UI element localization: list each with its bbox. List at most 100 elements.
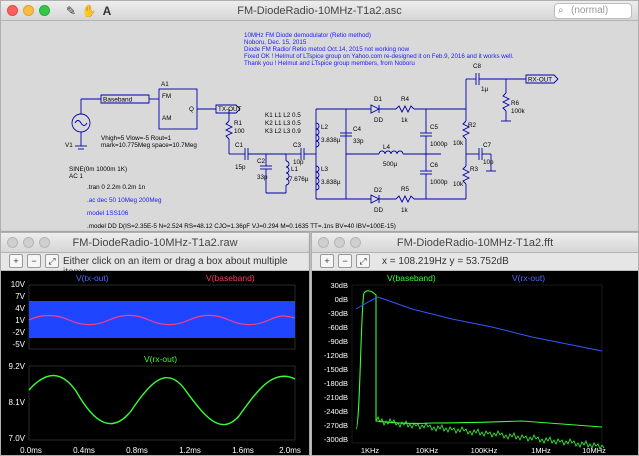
r3-value: 10k (453, 181, 464, 188)
waveform-svg: V(tx-out) V(baseband) V(rx-out) 10V 7V 4… (9, 273, 301, 455)
header-line-2: Noboru, Dec. 15, 2015 (244, 39, 307, 46)
y-tick-m240db: -240dB (324, 407, 348, 416)
y-tick-m30db: -30dB (328, 309, 348, 318)
r4-resistor (395, 104, 415, 114)
y-tick-9.2v: 9.2V (9, 362, 26, 371)
x-tick-4: 1.6ms (232, 446, 254, 455)
c8-value: 1µ (481, 86, 489, 93)
schematic-canvas[interactable]: 10MHz FM Diode demodulator (Retio method… (1, 21, 638, 231)
x-tick-3: 1.2ms (179, 446, 201, 455)
fm-pin: FM (162, 93, 171, 100)
schematic-drawing: 10MHz FM Diode demodulator (Retio method… (65, 32, 559, 230)
zoom-in-icon[interactable]: + (320, 254, 334, 268)
model-directive: .model DD D(IS=2.35E-5 N=2.524 RS=48.12 … (87, 223, 396, 230)
l1-label: L1 (291, 166, 299, 173)
cursor-readout: x = 108.219Hz y = 53.752dB (382, 256, 509, 267)
bottom-pane-frame (28, 365, 296, 441)
c4-value: 33p (353, 138, 364, 145)
d2-label: D2 (374, 187, 383, 194)
y-tick-m90db: -90dB (328, 337, 348, 346)
r1-resistor (224, 120, 234, 140)
x-tick-5: 2.0ms (279, 446, 301, 455)
baseband-label: Baseband (103, 97, 133, 104)
zoom-out-icon[interactable]: − (338, 254, 352, 268)
r2-value: 10k (453, 140, 464, 147)
l3-inductor (315, 165, 320, 191)
zoom-out-icon[interactable]: − (27, 254, 41, 268)
y-tick-30db: 30dB (330, 281, 348, 290)
a1-params: Vhigh=5 Vlow=-5 Rout=1 (101, 135, 172, 142)
y-tick-1v: 1V (15, 316, 25, 325)
waveform-title: FM-DiodeRadio-10MHz-T1a2.raw (72, 237, 238, 249)
y-tick-m210db: -210dB (324, 393, 348, 402)
l4-value: 500µ (383, 161, 398, 168)
r3-resistor (461, 165, 471, 185)
c1-value: 15p (235, 164, 246, 171)
y-tick-8.1v: 8.1V (9, 398, 26, 407)
c8-label: C8 (473, 63, 482, 70)
spectrum-window: FM-DiodeRadio-10MHz-T1a2.fft + − ⤢ x = 1… (311, 232, 639, 456)
spectrum-toolbar: + − ⤢ x = 108.219Hz y = 53.752dB (312, 253, 638, 271)
model-comment: model 1SS106 (87, 210, 129, 217)
r5-value: 1k (401, 207, 409, 214)
c5-label: C5 (430, 124, 439, 131)
y-tick-m300db: -300dB (324, 435, 348, 444)
l3-label: L3 (321, 166, 329, 173)
zoom-fit-icon[interactable]: ⤢ (356, 254, 370, 268)
y-tick-7v: 7V (15, 292, 25, 301)
y-tick-10v: 10V (11, 280, 26, 289)
k2-directive: K2 L1 L3 0.5 (265, 120, 301, 127)
c3-label: C3 (293, 142, 302, 149)
baseband-spectrum (355, 290, 603, 430)
x-tick-1: 0.4ms (73, 446, 95, 455)
c1-label: C1 (235, 142, 244, 149)
zoom-in-icon[interactable]: + (9, 254, 23, 268)
rx-out-label: RX-OUT (528, 77, 552, 84)
l4-label: L4 (383, 144, 391, 151)
search-icon: ⌕ (558, 5, 564, 16)
trace-baseband: V(baseband) (206, 273, 255, 283)
r6-resistor (501, 92, 511, 112)
schematic-titlebar[interactable]: ✎ ✋ A FM-DiodeRadio-10MHz-T1a2.asc ⌕ (nor… (1, 1, 638, 21)
k3-directive: K3 L2 L3 0.9 (265, 128, 301, 135)
spectrum-plot[interactable]: V(baseband) V(rx-out) 30dB 0dB -30dB -60… (312, 271, 638, 455)
trace-baseband-fft: V(baseband) (387, 273, 436, 283)
y-tick-m120db: -120dB (324, 351, 348, 360)
d1-value: DD (374, 117, 384, 124)
search-input[interactable]: ⌕ (normal) (554, 3, 632, 19)
zoom-fit-icon[interactable]: ⤢ (45, 254, 59, 268)
v1-sine: SINE(0m 1000m 1K) (69, 166, 127, 173)
a1-params2: mark=10.775Meg space=10.7Meg (101, 142, 197, 149)
d1-label: D1 (374, 96, 383, 103)
am-pin: AM (162, 115, 171, 122)
l1-value: 7.676µ (289, 176, 309, 183)
trace-tx-out: V(tx-out) (76, 273, 109, 283)
trace-rx-out-fft: V(rx-out) (512, 273, 545, 283)
y-tick-0db: 0dB (335, 295, 348, 304)
waveform-plot[interactable]: V(tx-out) V(baseband) V(rx-out) 10V 7V 4… (1, 271, 309, 455)
x-tick-1khz: 1KHz (361, 446, 380, 455)
waveform-titlebar[interactable]: FM-DiodeRadio-10MHz-T1a2.raw (1, 233, 309, 253)
x-tick-10khz: 10KHz (416, 446, 439, 455)
c5-value: 1000p (430, 141, 448, 148)
c7-value: 10p (483, 159, 494, 166)
header-line-1: 10MHz FM Diode demodulator (Retio method… (244, 32, 371, 39)
q-pin: Q (189, 106, 194, 113)
y-tick-4v: 4V (15, 304, 25, 313)
schematic-title: FM-DiodeRadio-10MHz-T1a2.asc (237, 5, 402, 17)
spectrum-svg: V(baseband) V(rx-out) 30dB 0dB -30dB -60… (324, 273, 606, 455)
c2-label: C2 (257, 158, 266, 165)
y-tick-m150db: -150dB (324, 365, 348, 374)
c7-label: C7 (483, 142, 492, 149)
y-tick-7.0v: 7.0V (9, 434, 26, 443)
l2-inductor (315, 122, 320, 148)
header-line-4: Fixed OK ! Helmut of LTspice group on Ya… (244, 53, 514, 60)
r1-label: R1 (234, 120, 243, 127)
y-tick-m2v: -2V (13, 328, 26, 337)
spectrum-titlebar[interactable]: FM-DiodeRadio-10MHz-T1a2.fft (312, 233, 638, 253)
trace-rx-out: V(rx-out) (144, 354, 177, 364)
r4-label: R4 (401, 96, 410, 103)
c3-value: 10p (293, 159, 304, 166)
schematic-window: ✎ ✋ A FM-DiodeRadio-10MHz-T1a2.asc ⌕ (nor… (0, 0, 639, 232)
rx-out-wave (28, 374, 296, 426)
